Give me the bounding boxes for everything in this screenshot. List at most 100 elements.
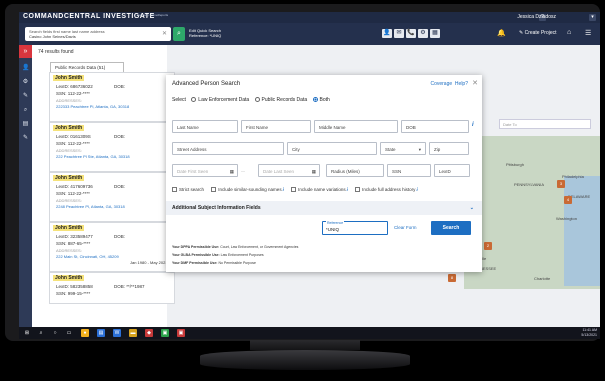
result-lexid: LexID: 686736022 <box>56 84 93 89</box>
middle-name-field[interactable]: Middle Name <box>314 120 398 133</box>
help-link[interactable]: Help? <box>455 81 468 87</box>
map-pin[interactable]: 2 <box>484 242 492 250</box>
radio-label: Public Records Data <box>261 97 308 103</box>
radio-law-enforcement[interactable] <box>191 97 197 102</box>
app-red-icon[interactable]: ▣ <box>177 329 185 337</box>
lexid-field[interactable]: LexID <box>434 164 470 177</box>
perm-label: Your DPPA Permissible Use: <box>172 245 220 249</box>
street-address-field[interactable]: Street Address <box>172 142 284 155</box>
edit-quick-search[interactable]: Edit Quick Search Reference: *UNIQ <box>189 28 221 38</box>
phone-tool-icon[interactable]: 📞 <box>406 29 416 38</box>
results-map[interactable]: Pittsburgh PENNSYLVANIA Philadelphia Was… <box>448 136 600 289</box>
note-icon[interactable]: ✎ <box>22 135 29 142</box>
result-card[interactable]: John Smith LexID: 417609736 DOB: SSN: 11… <box>49 172 175 222</box>
info-icon[interactable]: i <box>347 187 348 192</box>
store-icon[interactable]: ▤ <box>97 329 105 337</box>
quick-search-button[interactable]: ⌕ <box>173 27 185 41</box>
map-pin[interactable]: 8 <box>448 274 456 282</box>
result-card[interactable]: John Smith LexID: 686736022 DOB: SSN: 11… <box>49 72 175 122</box>
tab-public-records[interactable]: Public Records Data (51) <box>50 62 124 72</box>
result-card[interactable]: John Smith LexID: 0161309S DOB: SSN: 112… <box>49 122 175 172</box>
grid-tool-icon[interactable]: ▦ <box>430 29 440 38</box>
radio-both[interactable] <box>312 97 318 102</box>
result-address[interactable]: 222333 Peachtree Pl, Atlanta, GA, 30318 <box>56 104 129 109</box>
similar-names-checkbox[interactable] <box>211 187 217 192</box>
city-field[interactable]: City <box>287 142 377 155</box>
search-icon[interactable]: ⌕ <box>37 329 45 337</box>
word-icon[interactable]: W <box>113 329 121 337</box>
clear-search-icon[interactable]: ✕ <box>162 30 167 37</box>
reference-field[interactable]: Reference *UNIQ <box>322 221 388 235</box>
gear-icon[interactable]: ⚙ <box>22 79 29 86</box>
person-tool-icon[interactable]: 👤 <box>382 29 392 38</box>
info-icon[interactable]: i <box>283 187 284 192</box>
date-last-seen-field[interactable]: Date Last Seen ▦ <box>258 164 320 177</box>
result-name[interactable]: John Smith <box>53 225 85 231</box>
result-card[interactable]: John Smith LexID: 323589477 DOB: SSN: 88… <box>49 222 175 272</box>
full-address-history-checkbox[interactable] <box>355 187 361 192</box>
files-icon[interactable]: ▬ <box>129 329 137 337</box>
desktop-icon[interactable]: ▭ <box>65 329 73 337</box>
windows-start-icon[interactable]: ⊞ <box>23 329 31 337</box>
search-button[interactable]: Search <box>431 221 471 235</box>
edit-icon[interactable]: ✎ <box>22 93 29 100</box>
perm-value: Law Enforcement Purposes <box>220 253 264 257</box>
ssn-field[interactable]: SSN <box>387 164 431 177</box>
first-name-field[interactable]: First Name <box>241 120 311 133</box>
result-name[interactable]: John Smith <box>53 275 85 281</box>
task-view-icon[interactable]: ○ <box>51 329 59 337</box>
coverage-link[interactable]: Coverage <box>430 81 452 87</box>
quick-search-bar: Search fields first name last name addre… <box>19 23 600 45</box>
app-green-icon[interactable]: ▣ <box>161 329 169 337</box>
search-icon[interactable]: ⌕ <box>22 107 29 114</box>
result-address[interactable]: 222 Peachtree Pl Ste, Atlanta, GA, 30318 <box>56 154 130 159</box>
user-menu[interactable]: Jessica Dziadosz <box>517 14 556 20</box>
dob-info-icon[interactable]: i <box>472 122 474 128</box>
menu-icon[interactable]: ☰ <box>585 29 591 37</box>
result-address[interactable]: 2248 Peachtree Pl, Atlanta, GA, 30318 <box>56 204 125 209</box>
map-label: Pittsburgh <box>506 162 525 167</box>
result-dob: DOB: <box>114 84 126 89</box>
person-icon[interactable]: 👤 <box>22 65 29 72</box>
calendar-icon[interactable]: ▦ <box>230 165 234 178</box>
strict-search-checkbox[interactable] <box>172 187 177 192</box>
list-icon[interactable]: ▤ <box>22 121 29 128</box>
mail-tool-icon[interactable]: ✉ <box>394 29 404 38</box>
collapse-panel-button[interactable]: » <box>19 45 32 58</box>
user-dropdown-icon[interactable]: ▾ <box>589 14 596 21</box>
result-name[interactable]: John Smith <box>53 125 85 131</box>
map-pin[interactable]: 4 <box>564 196 572 204</box>
bell-icon[interactable]: 🔔 <box>497 29 506 37</box>
app-icon[interactable]: ◆ <box>145 329 153 337</box>
clear-form-button[interactable]: Clear Form <box>394 225 417 230</box>
results-panel: 74 results found Public Records Data (51… <box>32 45 175 327</box>
map-label: Charlotte <box>534 276 551 281</box>
close-icon[interactable]: ✕ <box>472 79 478 87</box>
result-name[interactable]: John Smith <box>53 175 85 181</box>
result-ssn: SSN: 112-22-**** <box>56 91 90 96</box>
os-taskbar: ⊞ ⌕ ○ ▭ ● ▤ W ▬ ◆ ▣ ▣ 11:41 AM 5/13/2021 <box>19 327 600 339</box>
radius-field[interactable]: Radius (Miles) <box>326 164 384 177</box>
create-project-button[interactable]: ✎ Create Project <box>519 30 557 36</box>
additional-fields-toggle[interactable]: Additional Subject Information Fields ⌄ <box>166 201 482 215</box>
name-variations-checkbox[interactable] <box>291 187 297 192</box>
calendar-icon[interactable]: ▦ <box>312 165 316 178</box>
map-pin[interactable]: 3 <box>557 180 565 188</box>
date-first-seen-field[interactable]: Date First Seen ▦ <box>172 164 238 177</box>
zip-field[interactable]: Zip <box>429 142 469 155</box>
radio-public-records[interactable] <box>254 97 260 102</box>
last-name-field[interactable]: Last Name <box>172 120 238 133</box>
chrome-icon[interactable]: ● <box>81 329 89 337</box>
result-name[interactable]: John Smith <box>53 75 85 81</box>
result-card[interactable]: John Smith LexID: 582358858 DOB: **/**19… <box>49 272 175 304</box>
info-icon[interactable]: i <box>416 187 417 192</box>
dob-field[interactable]: DOB <box>401 120 469 133</box>
home-icon[interactable]: ⌂ <box>567 29 571 36</box>
data-source-select: Select Law Enforcement Data Public Recor… <box>172 97 330 103</box>
date-to-field[interactable]: Date To <box>499 119 591 129</box>
select-label: Select <box>172 97 186 103</box>
quick-search-input[interactable]: Search fields first name last name addre… <box>25 27 171 41</box>
result-address[interactable]: 222 Main St, Cincinnati, OH, 45209 <box>56 254 119 259</box>
settings-tool-icon[interactable]: ⚙ <box>418 29 428 38</box>
state-select[interactable]: State ▾ <box>380 142 426 155</box>
